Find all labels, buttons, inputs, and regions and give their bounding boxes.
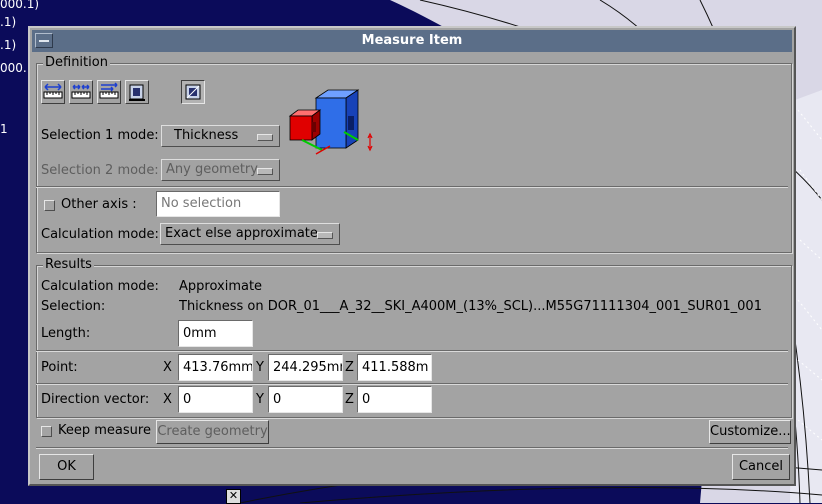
results-separator-2 <box>36 383 788 385</box>
results-selection-value: Thickness on DOR_01___A_32__SKI_A400M_(1… <box>179 299 762 314</box>
results-selection-label: Selection: <box>41 299 106 314</box>
point-x-field[interactable]: 413.76mm <box>178 354 253 381</box>
ok-button[interactable]: OK <box>39 454 94 480</box>
direction-x-label: X <box>163 392 172 407</box>
measure-fan-icon <box>99 82 119 99</box>
selection1-mode-value: Thickness <box>174 128 239 143</box>
direction-z-label: Z <box>345 392 354 407</box>
measure-thickness-button[interactable] <box>181 80 205 104</box>
definition-separator <box>36 186 788 188</box>
create-geometry-button[interactable]: Create geometry <box>156 420 269 444</box>
chevron-down-icon <box>257 134 273 141</box>
direction-vector-label: Direction vector: <box>41 392 150 407</box>
calc-mode-combo[interactable]: Exact else approximate <box>160 223 340 245</box>
thickness-illustration-icon <box>288 89 373 155</box>
direction-y-label: Y <box>256 392 264 407</box>
point-y-label: Y <box>256 360 264 375</box>
measure-between-icon <box>43 83 63 99</box>
bg-coord-2: .1) <box>0 15 17 29</box>
other-axis-checkbox[interactable] <box>44 200 55 211</box>
direction-z-field[interactable]: 0 <box>357 386 432 413</box>
bg-coord-3: .1) <box>0 38 17 52</box>
results-calc-mode-value: Approximate <box>179 279 263 294</box>
chevron-down-icon <box>257 168 273 175</box>
selection2-mode-value: Any geometry <box>166 162 258 177</box>
other-axis-input[interactable]: No selection <box>156 191 280 217</box>
measure-item-dialog: Measure Item Definition Selection 1 mode… <box>28 26 796 486</box>
window-menu-icon[interactable] <box>35 33 53 48</box>
definition-group-title: Definition <box>43 55 110 70</box>
results-calc-mode-label: Calculation mode: <box>41 279 159 294</box>
keep-measure-label: Keep measure <box>58 423 151 438</box>
measure-item-button[interactable] <box>125 80 149 104</box>
direction-y-field[interactable]: 0 <box>268 386 343 413</box>
point-y-field[interactable]: 244.295mm <box>268 354 343 381</box>
cancel-button[interactable]: Cancel <box>732 454 790 480</box>
dialog-titlebar[interactable]: Measure Item <box>32 30 792 52</box>
bg-coord-5: 1 <box>0 122 8 136</box>
measure-thickness-icon <box>185 84 201 100</box>
measure-item-icon <box>129 84 145 101</box>
dialog-title: Measure Item <box>361 33 463 48</box>
selection1-mode-combo[interactable]: Thickness <box>161 125 280 147</box>
measure-between-button[interactable] <box>41 80 65 104</box>
keep-measure-checkbox[interactable] <box>41 426 52 437</box>
point-z-field[interactable]: 411.588m <box>357 354 432 381</box>
point-z-label: Z <box>345 360 354 375</box>
selection2-mode-combo[interactable]: Any geometry <box>161 159 280 181</box>
measure-in-fan-button[interactable] <box>97 80 121 104</box>
calc-mode-value: Exact else approximate <box>165 226 318 241</box>
definition-group: Definition <box>36 55 792 253</box>
bg-coord-1: 000.1) <box>0 0 40 11</box>
selection1-mode-label: Selection 1 mode: <box>41 128 159 143</box>
direction-x-field[interactable]: 0 <box>178 386 253 413</box>
results-group-title: Results <box>43 257 94 272</box>
bg-coord-4: 000. <box>0 61 27 75</box>
length-field[interactable]: 0mm <box>178 320 253 347</box>
length-label: Length: <box>41 326 91 341</box>
measure-in-chain-button[interactable] <box>69 80 93 104</box>
results-separator-1 <box>36 350 788 352</box>
buttons-separator <box>36 447 788 449</box>
chevron-down-icon <box>317 232 333 239</box>
measure-chain-icon <box>71 84 91 99</box>
other-axis-label: Other axis : <box>61 197 137 212</box>
point-label: Point: <box>41 360 78 375</box>
selection2-mode-label: Selection 2 mode: <box>41 163 159 178</box>
customize-button[interactable]: Customize... <box>709 420 791 444</box>
point-x-label: X <box>163 360 172 375</box>
viewport-close-icon[interactable]: ✕ <box>226 489 241 504</box>
definition-calc-mode-label: Calculation mode: <box>41 227 159 242</box>
